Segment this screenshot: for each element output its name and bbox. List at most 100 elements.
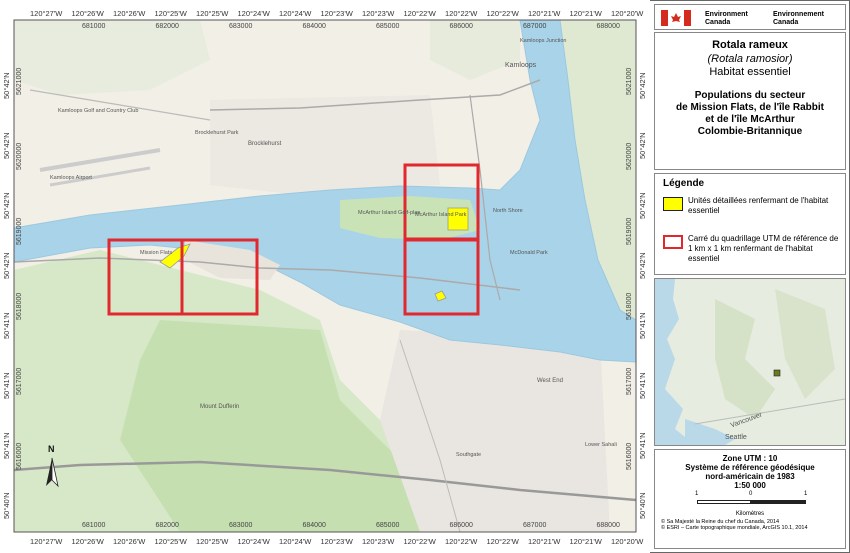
lon-label-bottom-14: 120°20'W (611, 537, 644, 546)
scale-tick-mid: 0 (749, 491, 753, 497)
species-latin: (Rotala ramosior) (707, 53, 793, 65)
place-mcarthur-park: McArthur Island Park (415, 212, 467, 218)
lon-label-top-13: 120°21'W (569, 9, 602, 18)
place-north-shore: North Shore (493, 208, 523, 214)
legend-label-utm: Carré du quadrillage UTM de référence de… (688, 234, 839, 263)
utm-zone: Zone UTM : 10 (722, 454, 778, 463)
utm-northing-left-0: 5621000 (16, 67, 23, 95)
lat-label-right-2: 50°42'N (638, 192, 647, 219)
place-golf-club: Kamloops Golf and Country Club (58, 108, 139, 114)
lon-label-bottom-9: 120°22'W (403, 537, 436, 546)
utm-easting-top-0: 681000 (82, 23, 106, 30)
lon-label-top-2: 120°26'W (113, 9, 146, 18)
utm-easting-top-4: 685000 (376, 23, 400, 30)
legend-title: Légende (663, 178, 705, 189)
utm-easting-top-7: 688000 (596, 23, 620, 30)
place-southgate: Southgate (456, 452, 482, 458)
legend-box: Légende Unités détaillées renfermant de … (654, 173, 846, 275)
datum-line-1: Système de référence géodésique (685, 463, 815, 472)
lon-label-top-5: 120°24'W (237, 9, 270, 18)
map-canvas[interactable] (0, 0, 650, 553)
lat-label-left-4: 50°41'N (2, 312, 11, 339)
lat-label-left-0: 50°42'N (2, 72, 11, 99)
lon-label-bottom-1: 120°26'W (71, 537, 104, 546)
province-name: Colombie-Britannique (697, 126, 803, 137)
side-panel: Environment Canada Environnement Canada … (652, 0, 850, 553)
lon-label-top-4: 120°25'W (196, 9, 229, 18)
agency-en: Environment Canada (705, 11, 748, 26)
utm-northing-right-2: 5619000 (626, 217, 633, 245)
place-mission-flats: Mission Flats (140, 250, 173, 256)
scale-tick-right: 1 (804, 491, 808, 497)
utm-northing-left-2: 5619000 (16, 217, 23, 245)
canada-flag-icon (661, 10, 691, 26)
scale-box: Zone UTM : 10 Système de référence géodé… (654, 449, 846, 549)
place-kamloops: Kamloops (505, 62, 537, 69)
lon-label-top-6: 120°24'W (279, 9, 312, 18)
utm-easting-bottom-6: 687000 (523, 522, 547, 529)
lon-label-bottom-12: 120°21'W (528, 537, 561, 546)
lat-label-left-1: 50°42'N (2, 132, 11, 159)
lon-label-bottom-7: 120°23'W (320, 537, 353, 546)
utm-easting-bottom-0: 681000 (82, 522, 106, 529)
lat-label-left-5: 50°41'N (2, 372, 11, 399)
lon-label-bottom-8: 120°23'W (362, 537, 395, 546)
lon-label-bottom-5: 120°24'W (237, 537, 270, 546)
species-name: Rotala rameux (712, 39, 788, 51)
utm-northing-right-5: 5616000 (626, 442, 633, 470)
agency-fr: Environnement Canada (773, 11, 824, 26)
inset-map[interactable]: Vancouver Seattle (654, 278, 846, 446)
lon-label-top-1: 120°26'W (71, 9, 104, 18)
utm-easting-bottom-1: 682000 (155, 522, 179, 529)
utm-northing-right-3: 5618000 (626, 292, 633, 320)
populations-line-1: Populations du secteur (694, 90, 806, 101)
utm-easting-bottom-3: 684000 (302, 522, 326, 529)
utm-easting-top-2: 683000 (229, 23, 253, 30)
north-label: N (48, 444, 55, 454)
lat-label-right-4: 50°41'N (638, 312, 647, 339)
place-mcdonald-park: McDonald Park (510, 250, 548, 256)
utm-northing-left-5: 5616000 (16, 442, 23, 470)
utm-northing-right-0: 5621000 (626, 67, 633, 95)
utm-easting-top-1: 682000 (155, 23, 179, 30)
utm-northing-right-1: 5620000 (626, 142, 633, 170)
lon-label-bottom-3: 120°25'W (154, 537, 187, 546)
title-box: Rotala rameux (Rotala ramosior) Habitat … (654, 32, 846, 170)
inset-label-seattle: Seattle (725, 434, 747, 441)
lat-label-left-3: 50°42'N (2, 252, 11, 279)
lat-label-right-6: 50°41'N (638, 432, 647, 459)
credit-line-2: © ESRI – Carte topographique mondiale, A… (661, 525, 808, 531)
lon-label-top-14: 120°20'W (611, 9, 644, 18)
lon-label-bottom-10: 120°22'W (445, 537, 478, 546)
lon-label-bottom-13: 120°21'W (569, 537, 602, 546)
lat-label-left-7: 50°40'N (2, 492, 11, 519)
lon-label-top-0: 120°27'W (30, 9, 63, 18)
place-brocklehurst: Brocklehurst (248, 141, 282, 147)
place-mcarthur-golf: McArthur Island Golf-plan (358, 210, 421, 216)
utm-easting-bottom-5: 686000 (449, 522, 473, 529)
lon-label-top-8: 120°23'W (362, 9, 395, 18)
populations-line-3: et de l'île McArthur (705, 114, 795, 125)
utm-easting-bottom-4: 685000 (376, 522, 400, 529)
lat-label-right-3: 50°42'N (638, 252, 647, 279)
lon-label-bottom-6: 120°24'W (279, 537, 312, 546)
inset-location-marker (773, 369, 781, 377)
lon-label-top-12: 120°21'W (528, 9, 561, 18)
map-area[interactable]: N 120°27'W 120°26'W 120°26'W 120°25'W 120°25… (0, 0, 650, 553)
lon-label-top-10: 120°22'W (445, 9, 478, 18)
utm-easting-bottom-2: 683000 (229, 522, 253, 529)
lon-label-bottom-2: 120°26'W (113, 537, 146, 546)
lon-label-top-7: 120°23'W (320, 9, 353, 18)
legend-swatch-utm (663, 235, 683, 249)
utm-northing-left-1: 5620000 (16, 142, 23, 170)
scale-unit: Kilomètres (735, 511, 765, 517)
place-mount-dufferin: Mount Dufferin (200, 404, 240, 410)
lon-label-top-11: 120°22'W (486, 9, 519, 18)
legend-swatch-habitat (663, 197, 683, 211)
utm-easting-top-5: 686000 (449, 23, 473, 30)
lat-label-right-1: 50°42'N (638, 132, 647, 159)
header-box: Environment Canada Environnement Canada (654, 4, 846, 30)
lon-label-bottom-0: 120°27'W (30, 537, 63, 546)
scale-bar: 1 0 1 (655, 491, 845, 511)
lat-label-right-7: 50°40'N (638, 492, 647, 519)
